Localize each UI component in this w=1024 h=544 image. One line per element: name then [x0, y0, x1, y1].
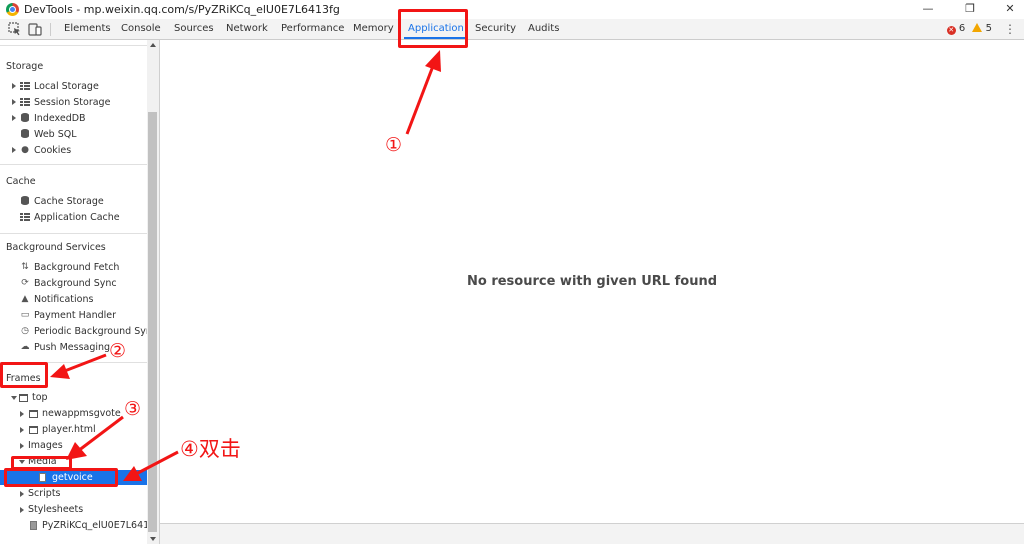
annotation-label-1: ①	[385, 134, 403, 156]
table-icon	[20, 98, 30, 106]
tab-security[interactable]: Security	[475, 19, 516, 39]
tree-item-scripts[interactable]: Scripts	[28, 486, 61, 501]
tab-audits[interactable]: Audits	[528, 19, 559, 39]
expand-arrow-icon[interactable]	[20, 411, 24, 417]
cloud-icon: ☁	[20, 342, 30, 352]
expand-arrow-icon[interactable]	[20, 427, 24, 433]
error-count: 6	[958, 23, 966, 34]
tree-item-images[interactable]: Images	[28, 438, 63, 453]
frame-player-html[interactable]: player.html	[42, 422, 96, 437]
cookie-icon: ●	[21, 145, 29, 155]
issues-counter[interactable]: ✕ 6 5	[946, 23, 992, 35]
expand-arrow-icon[interactable]	[12, 83, 16, 89]
clock-icon: ◷	[21, 326, 29, 336]
database-icon	[21, 113, 29, 122]
section-divider	[0, 233, 147, 234]
annotation-box-frames	[0, 362, 48, 388]
sidebar-item-push-messaging[interactable]: Push Messaging	[34, 340, 110, 355]
window-title: DevTools - mp.weixin.qq.com/s/PyZRiKCq_e…	[24, 3, 340, 16]
card-icon: ▭	[20, 310, 30, 320]
sidebar-item-notifications[interactable]: Notifications	[34, 292, 93, 307]
more-options-icon[interactable]: ⋮	[1004, 22, 1016, 36]
expand-arrow-icon[interactable]	[12, 99, 16, 105]
expand-arrow-icon[interactable]	[12, 115, 16, 121]
sidebar-item-session-storage[interactable]: Session Storage	[34, 95, 110, 110]
window-titlebar: DevTools - mp.weixin.qq.com/s/PyZRiKCq_e…	[0, 0, 1024, 19]
inspect-element-icon[interactable]	[8, 22, 22, 36]
expand-arrow-icon[interactable]	[20, 491, 24, 497]
expand-arrow-icon[interactable]	[20, 443, 24, 449]
annotation-label-4: ④双击	[180, 437, 241, 461]
sidebar-item-application-cache[interactable]: Application Cache	[34, 210, 120, 225]
bell-icon: ▲	[21, 294, 29, 304]
toolbar-separator	[50, 23, 51, 36]
tab-console[interactable]: Console	[121, 19, 161, 39]
section-title-storage: Storage	[6, 61, 44, 72]
tree-item-document[interactable]: PyZRiKCq_elU0E7L6413fg	[42, 518, 147, 533]
annotation-box-getvoice	[4, 468, 118, 487]
tab-sources[interactable]: Sources	[174, 19, 214, 39]
bottom-status-bar	[160, 523, 1024, 544]
sidebar-item-periodic-background-sync[interactable]: Periodic Background Sync	[34, 324, 147, 339]
minimize-button[interactable]: —	[910, 0, 946, 19]
fetch-icon: ⇅	[21, 262, 29, 272]
restore-button[interactable]: ❐	[952, 0, 988, 19]
table-icon	[20, 82, 30, 90]
error-icon: ✕	[946, 26, 956, 35]
close-button[interactable]: ✕	[992, 0, 1024, 19]
section-title-cache: Cache	[6, 176, 36, 187]
expand-arrow-icon[interactable]	[12, 147, 16, 153]
scrollbar-thumb[interactable]	[148, 112, 157, 532]
document-icon	[30, 521, 37, 530]
sync-icon: ⟳	[21, 278, 29, 288]
section-divider	[0, 45, 147, 46]
sidebar-item-cache-storage[interactable]: Cache Storage	[34, 194, 104, 209]
section-divider	[0, 164, 147, 165]
section-title-background-services: Background Services	[6, 242, 106, 253]
frame-icon	[19, 394, 28, 402]
warning-icon	[972, 23, 983, 32]
table-icon	[20, 213, 30, 221]
collapse-arrow-icon[interactable]	[11, 396, 17, 400]
tab-elements[interactable]: Elements	[64, 19, 111, 39]
sidebar-item-local-storage[interactable]: Local Storage	[34, 79, 99, 94]
scroll-down-icon[interactable]	[150, 537, 156, 541]
sidebar-item-payment-handler[interactable]: Payment Handler	[34, 308, 116, 323]
tab-memory[interactable]: Memory	[353, 19, 394, 39]
devtools-tabbar: Elements Console Sources Network Perform…	[0, 19, 1024, 40]
frame-newappmsgvote[interactable]: newappmsgvote	[42, 406, 121, 421]
sidebar-item-cookies[interactable]: Cookies	[34, 143, 71, 158]
database-icon	[21, 196, 29, 205]
tab-network[interactable]: Network	[226, 19, 268, 39]
scroll-up-icon[interactable]	[150, 43, 156, 47]
annotation-box-application-tab	[398, 9, 468, 48]
annotation-label-2: ②	[109, 340, 127, 362]
sidebar-item-indexeddb[interactable]: IndexedDB	[34, 111, 86, 126]
tab-performance[interactable]: Performance	[281, 19, 344, 39]
tree-item-stylesheets[interactable]: Stylesheets	[28, 502, 83, 517]
warning-count: 5	[985, 23, 992, 34]
chrome-icon	[6, 3, 19, 16]
empty-state-message: No resource with given URL found	[466, 274, 718, 289]
annotation-label-3: ③	[124, 398, 142, 420]
sidebar-item-background-sync[interactable]: Background Sync	[34, 276, 117, 291]
sidebar-item-background-fetch[interactable]: Background Fetch	[34, 260, 119, 275]
frame-top[interactable]: top	[32, 390, 48, 405]
database-icon	[21, 129, 29, 138]
frame-icon	[29, 426, 38, 434]
sidebar-item-web-sql[interactable]: Web SQL	[34, 127, 77, 142]
device-toolbar-icon[interactable]	[28, 22, 42, 36]
main-panel: No resource with given URL found	[160, 40, 1024, 524]
expand-arrow-icon[interactable]	[20, 507, 24, 513]
frame-icon	[29, 410, 38, 418]
sidebar-scrollbar[interactable]	[147, 40, 159, 544]
